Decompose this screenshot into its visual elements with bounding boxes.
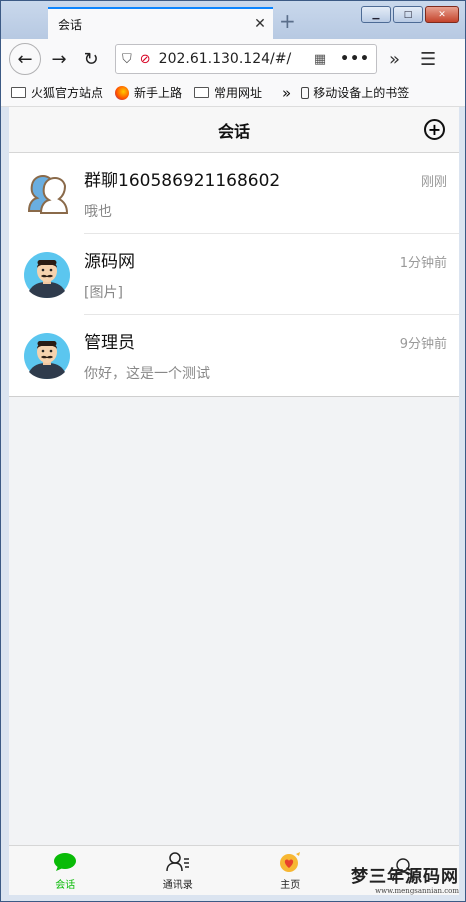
menu-icon[interactable]: ☰ — [420, 49, 436, 70]
conversation-item[interactable]: 群聊160586921168602 刚刚 哦也 — [9, 153, 459, 234]
page-actions-icon[interactable]: ••• — [340, 51, 370, 67]
bookmarks-toolbar: 火狐官方站点 新手上路 常用网址 » 移动设备上的书签 — [1, 79, 465, 107]
conversation-item[interactable]: 源码网 1分钟前 [图片] — [9, 234, 459, 315]
browser-window: 会话 ✕ + ▁ □ ✕ ← → ↻ ⛉ ⊘ 202.61.130.124/#/… — [0, 0, 466, 902]
qr-code-icon[interactable]: ▦ — [314, 52, 326, 67]
tab-label: 会话 — [55, 880, 76, 891]
window-controls: ▁ □ ✕ — [361, 6, 459, 23]
conversation-name: 源码网 — [84, 251, 135, 272]
mobile-bookmarks[interactable]: 移动设备上的书签 — [301, 84, 409, 101]
plus-circle-icon[interactable]: + — [424, 119, 445, 140]
minimize-button[interactable]: ▁ — [361, 6, 391, 23]
tab-label: 主页 — [280, 880, 301, 891]
group-avatar — [9, 173, 84, 215]
tab-contacts[interactable]: 通讯录 — [122, 846, 235, 895]
conversation-time: 刚刚 — [420, 174, 447, 190]
back-button[interactable]: ← — [9, 43, 41, 75]
phone-icon — [301, 86, 310, 99]
window-close-button[interactable]: ✕ — [425, 6, 459, 23]
folder-icon — [194, 87, 210, 98]
mobile-bookmarks-label: 移动设备上的书签 — [313, 86, 410, 100]
conversation-list: 群聊160586921168602 刚刚 哦也 源码网 1分钟前 [图片] 管理… — [9, 153, 459, 397]
page-title: 会话 — [217, 121, 250, 141]
conversation-name: 群聊160586921168602 — [84, 170, 281, 191]
tab-title: 会话 — [58, 17, 83, 32]
tab-strip: 会话 ✕ + ▁ □ ✕ — [1, 1, 465, 39]
tab-conversations[interactable]: 会话 — [9, 846, 122, 895]
app-header: 会话 + — [9, 107, 459, 153]
home-heart-icon — [278, 850, 302, 874]
conversation-preview: 你好，这是一个测试 — [84, 366, 210, 382]
insecure-lock-icon[interactable]: ⊘ — [140, 52, 151, 67]
watermark-url: www.mengsannian.com — [375, 887, 459, 895]
maximize-button[interactable]: □ — [393, 6, 423, 23]
conversation-preview: [图片] — [84, 284, 123, 301]
bookmark-item[interactable]: 火狐官方站点 — [11, 84, 103, 101]
conversation-preview: 哦也 — [84, 203, 112, 220]
conversation-time: 1分钟前 — [399, 255, 447, 271]
shield-icon[interactable]: ⛉ — [122, 52, 132, 67]
watermark-text: 梦三年源码网 — [351, 867, 459, 887]
tab-home[interactable]: 主页 — [234, 846, 347, 895]
conversation-name: 管理员 — [84, 333, 135, 353]
new-tab-button[interactable]: + — [279, 9, 296, 33]
forward-button[interactable]: → — [45, 45, 73, 73]
folder-icon — [11, 87, 26, 98]
navigation-toolbar: ← → ↻ ⛉ ⊘ 202.61.130.124/#/ ▦ ••• » ☰ — [1, 39, 465, 79]
browser-tab[interactable]: 会话 ✕ — [48, 7, 273, 39]
bookmark-item[interactable]: 常用网址 — [194, 84, 262, 101]
bookmark-label: 火狐官方站点 — [31, 86, 104, 100]
firefox-icon — [115, 85, 130, 100]
chat-app: 会话 + 群聊160586921168602 刚刚 哦也 源码网 1分钟前 [图… — [9, 107, 459, 895]
tab-label: 通讯录 — [162, 880, 193, 891]
address-bar[interactable]: ⛉ ⊘ 202.61.130.124/#/ ▦ ••• — [115, 44, 377, 74]
bookmarks-overflow-icon[interactable]: » — [282, 84, 291, 102]
user-avatar — [9, 332, 84, 380]
bookmark-label: 常用网址 — [214, 86, 263, 100]
bookmark-label: 新手上路 — [134, 86, 183, 100]
site-watermark: 梦三年源码网 www.mengsannian.com — [351, 862, 459, 895]
bookmark-item[interactable]: 新手上路 — [115, 84, 182, 101]
conversation-time: 9分钟前 — [399, 337, 447, 352]
overflow-chevron-icon[interactable]: » — [389, 49, 400, 70]
url-text[interactable]: 202.61.130.124/#/ — [159, 51, 314, 67]
chat-bubble-icon — [53, 850, 77, 874]
contacts-icon — [166, 850, 190, 874]
user-avatar — [9, 251, 84, 299]
reload-button[interactable]: ↻ — [77, 45, 105, 73]
conversation-item[interactable]: 管理员 9分钟前 你好，这是一个测试 — [9, 315, 459, 396]
close-tab-icon[interactable]: ✕ — [247, 16, 273, 32]
